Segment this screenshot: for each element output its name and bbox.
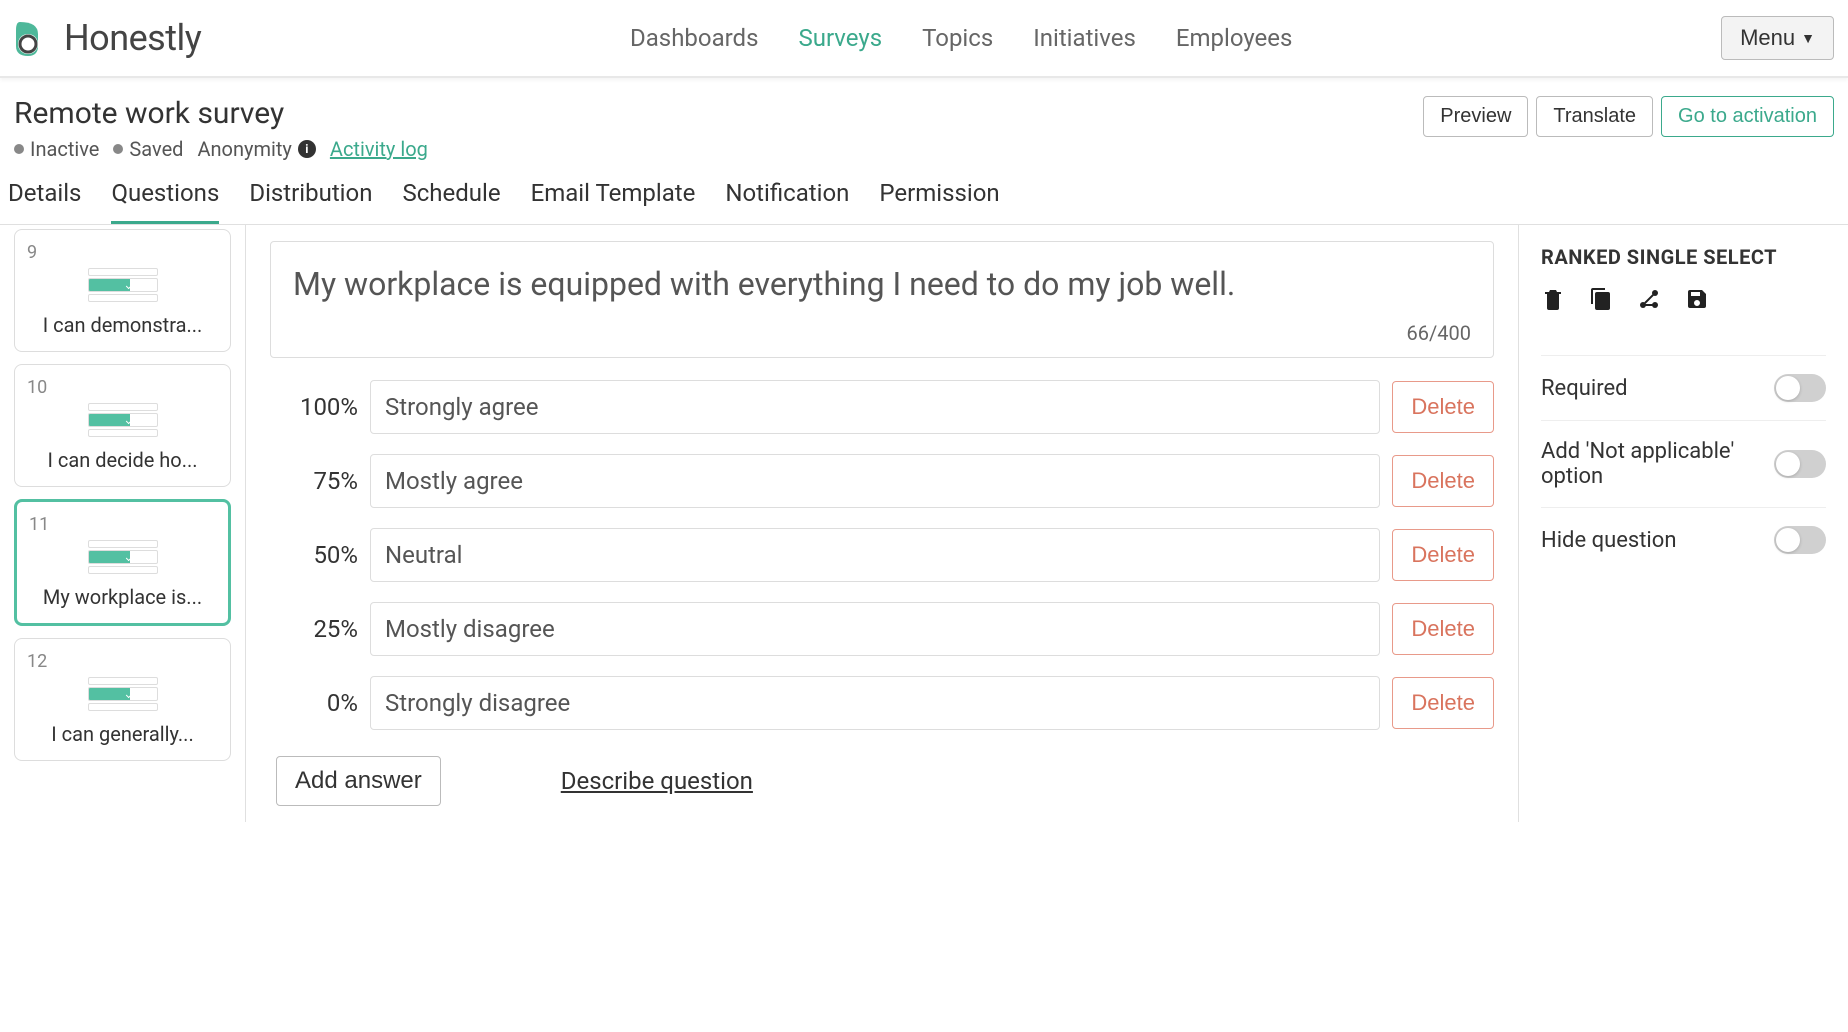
answer-row: 75% Delete bbox=[270, 454, 1494, 508]
delete-answer-button[interactable]: Delete bbox=[1392, 455, 1494, 507]
main-content: 9 I can demonstra... 10 I can decide ho.… bbox=[0, 225, 1848, 822]
thumbnail-preview-icon bbox=[27, 402, 218, 438]
anonymity-label: Anonymity i bbox=[197, 137, 315, 161]
nav-dashboards[interactable]: Dashboards bbox=[630, 24, 758, 52]
status-saved: Saved bbox=[113, 137, 183, 161]
answer-row: 50% Delete bbox=[270, 528, 1494, 582]
save-icon[interactable] bbox=[1685, 287, 1709, 311]
answer-percent: 50% bbox=[270, 541, 358, 569]
nav-surveys[interactable]: Surveys bbox=[798, 24, 882, 52]
tab-schedule[interactable]: Schedule bbox=[402, 179, 500, 224]
question-type-title: RANKED SINGLE SELECT bbox=[1541, 245, 1826, 269]
status-inactive: Inactive bbox=[14, 137, 99, 161]
thumbnail-label: My workplace is... bbox=[29, 585, 216, 609]
delete-answer-button[interactable]: Delete bbox=[1392, 529, 1494, 581]
header-actions: Preview Translate Go to activation bbox=[1423, 96, 1834, 137]
hide-question-toggle[interactable] bbox=[1774, 526, 1826, 554]
nav-initiatives[interactable]: Initiatives bbox=[1033, 24, 1136, 52]
survey-tabs: Details Questions Distribution Schedule … bbox=[0, 161, 1848, 225]
answer-percent: 75% bbox=[270, 467, 358, 495]
thumbnail-number: 10 bbox=[27, 377, 218, 398]
tab-email-template[interactable]: Email Template bbox=[531, 179, 696, 224]
answer-input[interactable] bbox=[370, 454, 1380, 508]
required-toggle[interactable] bbox=[1774, 374, 1826, 402]
thumbnail-preview-icon bbox=[27, 676, 218, 712]
answer-percent: 100% bbox=[270, 393, 358, 421]
translate-button[interactable]: Translate bbox=[1536, 96, 1653, 137]
tab-distribution[interactable]: Distribution bbox=[249, 179, 372, 224]
not-applicable-toggle[interactable] bbox=[1774, 450, 1826, 478]
survey-info: Remote work survey Inactive Saved Anonym… bbox=[14, 96, 428, 161]
branch-icon[interactable] bbox=[1637, 287, 1661, 311]
survey-title: Remote work survey bbox=[14, 96, 428, 131]
char-count: 66/400 bbox=[293, 321, 1471, 345]
answer-row: 100% Delete bbox=[270, 380, 1494, 434]
delete-answer-button[interactable]: Delete bbox=[1392, 677, 1494, 729]
setting-required: Required bbox=[1541, 355, 1826, 420]
thumbnail-number: 11 bbox=[29, 514, 216, 535]
activity-log-link[interactable]: Activity log bbox=[330, 137, 428, 161]
thumbnail-preview-icon bbox=[29, 539, 216, 575]
setting-label: Add 'Not applicable' option bbox=[1541, 439, 1774, 489]
logo-mark-icon bbox=[14, 18, 54, 58]
question-text-input[interactable]: My workplace is equipped with everything… bbox=[293, 262, 1471, 307]
tab-details[interactable]: Details bbox=[8, 179, 81, 224]
thumbnail-9[interactable]: 9 I can demonstra... bbox=[14, 229, 231, 352]
thumbnail-label: I can generally... bbox=[27, 722, 218, 746]
nav-topics[interactable]: Topics bbox=[922, 24, 993, 52]
tab-notification[interactable]: Notification bbox=[725, 179, 849, 224]
thumbnail-number: 9 bbox=[27, 242, 218, 263]
caret-down-icon: ▼ bbox=[1801, 30, 1815, 46]
question-text-box: My workplace is equipped with everything… bbox=[270, 241, 1494, 358]
delete-answer-button[interactable]: Delete bbox=[1392, 603, 1494, 655]
subheader: Remote work survey Inactive Saved Anonym… bbox=[0, 78, 1848, 161]
thumbnail-preview-icon bbox=[27, 267, 218, 303]
answer-input[interactable] bbox=[370, 676, 1380, 730]
editor-footer: Add answer Describe question bbox=[270, 756, 1494, 806]
survey-meta: Inactive Saved Anonymity i Activity log bbox=[14, 137, 428, 161]
answer-input[interactable] bbox=[370, 528, 1380, 582]
setting-label: Hide question bbox=[1541, 528, 1774, 553]
answer-input[interactable] bbox=[370, 380, 1380, 434]
tab-permission[interactable]: Permission bbox=[879, 179, 999, 224]
question-thumbnails: 9 I can demonstra... 10 I can decide ho.… bbox=[0, 225, 246, 822]
dot-icon bbox=[14, 144, 24, 154]
activate-button[interactable]: Go to activation bbox=[1661, 96, 1834, 137]
thumbnail-number: 12 bbox=[27, 651, 218, 672]
trash-icon[interactable] bbox=[1541, 287, 1565, 311]
thumbnail-label: I can demonstra... bbox=[27, 313, 218, 337]
tab-questions[interactable]: Questions bbox=[111, 179, 219, 224]
header: Honestly Dashboards Surveys Topics Initi… bbox=[0, 0, 1848, 78]
setting-hide-question: Hide question bbox=[1541, 507, 1826, 572]
delete-answer-button[interactable]: Delete bbox=[1392, 381, 1494, 433]
dot-icon bbox=[113, 144, 123, 154]
question-editor: My workplace is equipped with everything… bbox=[246, 225, 1518, 822]
answers-list: 100% Delete 75% Delete 50% Delete 25% De… bbox=[270, 380, 1494, 730]
main-nav: Dashboards Surveys Topics Initiatives Em… bbox=[201, 24, 1721, 52]
thumbnail-label: I can decide ho... bbox=[27, 448, 218, 472]
thumbnail-10[interactable]: 10 I can decide ho... bbox=[14, 364, 231, 487]
copy-icon[interactable] bbox=[1589, 287, 1613, 311]
setting-not-applicable: Add 'Not applicable' option bbox=[1541, 420, 1826, 507]
answer-percent: 25% bbox=[270, 615, 358, 643]
setting-label: Required bbox=[1541, 376, 1774, 401]
preview-button[interactable]: Preview bbox=[1423, 96, 1528, 137]
thumbnail-11[interactable]: 11 My workplace is... bbox=[14, 499, 231, 626]
answer-percent: 0% bbox=[270, 689, 358, 717]
answer-input[interactable] bbox=[370, 602, 1380, 656]
menu-button[interactable]: Menu ▼ bbox=[1721, 16, 1834, 60]
logo-text: Honestly bbox=[64, 17, 201, 59]
thumbnail-12[interactable]: 12 I can generally... bbox=[14, 638, 231, 761]
info-icon[interactable]: i bbox=[298, 140, 316, 158]
add-answer-button[interactable]: Add answer bbox=[276, 756, 441, 806]
logo[interactable]: Honestly bbox=[14, 17, 201, 59]
answer-row: 0% Delete bbox=[270, 676, 1494, 730]
panel-action-icons bbox=[1541, 287, 1826, 329]
menu-label: Menu bbox=[1740, 25, 1795, 51]
question-settings-panel: RANKED SINGLE SELECT Required Add 'Not a… bbox=[1518, 225, 1848, 822]
answer-row: 25% Delete bbox=[270, 602, 1494, 656]
nav-employees[interactable]: Employees bbox=[1176, 24, 1293, 52]
describe-question-link[interactable]: Describe question bbox=[561, 767, 753, 795]
